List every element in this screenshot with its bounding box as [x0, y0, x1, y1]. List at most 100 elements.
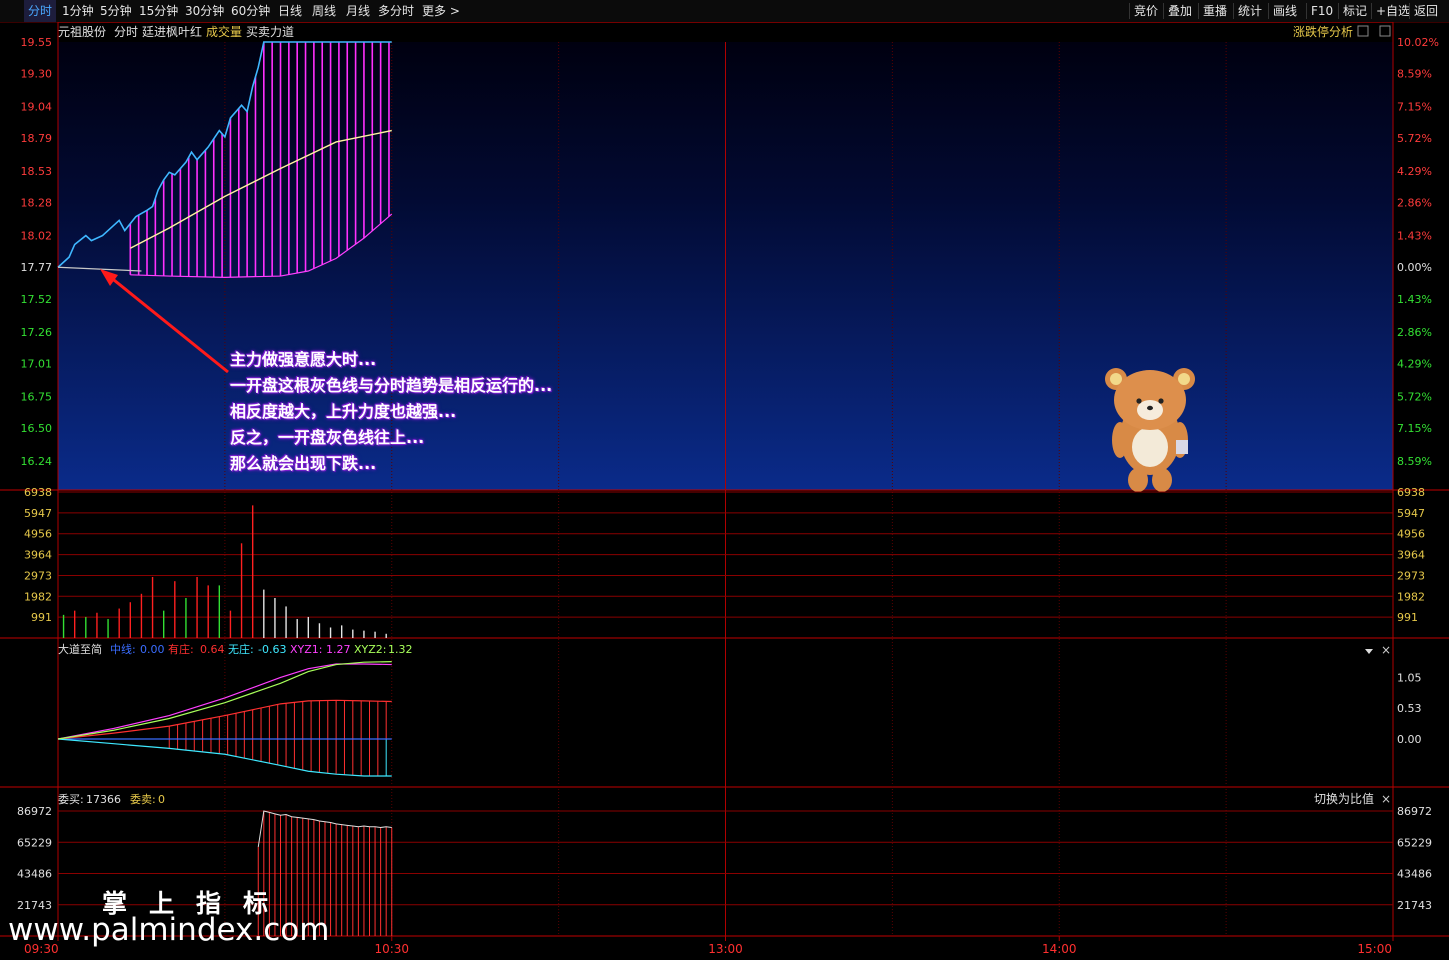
- buy-label: 委买:: [58, 793, 84, 806]
- indicator-tick: 0.00: [1397, 733, 1422, 746]
- orders-tick-right: 21743: [1397, 899, 1432, 912]
- orders-tick: 86972: [17, 805, 52, 818]
- sell-value: 0: [158, 793, 165, 806]
- time-tick: 14:00: [1042, 942, 1077, 956]
- indicator-title: 大道至简: [58, 642, 102, 656]
- orders-tick-right: 65229: [1397, 836, 1432, 849]
- price-tick: 16.50: [21, 422, 53, 435]
- buy-value: 17366: [86, 793, 121, 806]
- price-tick: 17.01: [21, 357, 53, 370]
- orders-tick: 65229: [17, 836, 52, 849]
- dropdown-icon[interactable]: [1365, 649, 1373, 654]
- switch-ratio-button: 切换为比值: [1314, 791, 1374, 806]
- pct-tick: 1.43%: [1397, 293, 1432, 306]
- chart-area: 元祖股份 分时 廷进枫叶红 成交量 买卖力道 涨跌停分析 19.55 19.30 19.04 18…: [0, 22, 1449, 956]
- pct-tick: 7.15%: [1397, 422, 1432, 435]
- pct-tick: 10.02%: [1397, 36, 1439, 49]
- xyz2-label: XYZ2:: [354, 643, 387, 656]
- volume-tick-right: 6938: [1397, 486, 1425, 499]
- pct-tick: 1.43%: [1397, 230, 1432, 243]
- toolbar-separator: [1306, 3, 1307, 19]
- volume-tick: 6938: [24, 486, 52, 499]
- tab-8[interactable]: 月线: [346, 0, 370, 22]
- volume-tick: 2973: [24, 569, 52, 582]
- tab-4[interactable]: 30分钟: [185, 0, 224, 22]
- toolbar-button-3[interactable]: 统计: [1238, 0, 1262, 22]
- annotation-line-1: 主力做强意愿大时...: [230, 350, 377, 369]
- you-line: [57, 699, 392, 740]
- toolbar-button-4[interactable]: 画线: [1273, 0, 1297, 22]
- tab-6[interactable]: 日线: [278, 0, 302, 22]
- collapse-icon[interactable]: [1379, 25, 1391, 37]
- toolbar-separator: [1163, 3, 1164, 19]
- toolbar-separator: [1371, 3, 1372, 19]
- annotation-line-5: 那么就会出现下跌...: [230, 454, 377, 473]
- volume-tick-right: 991: [1397, 611, 1418, 624]
- volume-tick: 3964: [24, 549, 52, 562]
- toolbar-button-1[interactable]: 叠加: [1168, 0, 1192, 22]
- tab-3[interactable]: 15分钟: [139, 0, 178, 22]
- orders-tick-right: 43486: [1397, 868, 1432, 881]
- power-label: 买卖力道: [246, 25, 294, 39]
- price-tick: 17.26: [21, 326, 53, 339]
- time-tick: 15:00: [1357, 942, 1392, 956]
- pct-tick: 2.86%: [1397, 197, 1432, 210]
- volume-tick-right: 3964: [1397, 549, 1425, 562]
- teddy-bear-part: [1152, 468, 1172, 492]
- volume-tick-right: 5947: [1397, 507, 1425, 520]
- indicator-name: 廷进枫叶红: [142, 24, 202, 39]
- teddy-bear-part: [1176, 440, 1188, 454]
- tab-9[interactable]: 多分时: [378, 0, 414, 22]
- pct-tick: 4.29%: [1397, 357, 1432, 370]
- close-icon: ×: [1381, 792, 1391, 806]
- teddy-bear-part: [1132, 427, 1168, 467]
- toolbar-separator: [1233, 3, 1234, 19]
- indicator-tick: 1.05: [1397, 671, 1422, 684]
- volume-tick: 4956: [24, 528, 52, 541]
- tab-2[interactable]: 5分钟: [100, 0, 132, 22]
- pct-tick: 0.00%: [1397, 261, 1432, 274]
- tab-5[interactable]: 60分钟: [231, 0, 270, 22]
- toolbar-button-0[interactable]: 竞价: [1134, 0, 1158, 22]
- xyz1-value: 1.27: [326, 643, 351, 656]
- pct-tick: 7.15%: [1397, 101, 1432, 114]
- pct-tick: 4.29%: [1397, 165, 1432, 178]
- wu-label: 无庄:: [228, 642, 254, 656]
- price-tick: 16.24: [21, 455, 53, 468]
- stock-name: 元祖股份: [58, 24, 106, 39]
- xyz2-value: 1.32: [388, 643, 413, 656]
- toolbar-button-6[interactable]: 标记: [1343, 0, 1367, 22]
- tab-0[interactable]: 分时: [24, 0, 57, 22]
- teddy-bear-part: [1147, 405, 1153, 411]
- pct-tick: 2.86%: [1397, 326, 1432, 339]
- tab-1[interactable]: 1分钟: [62, 0, 94, 22]
- toolbar-separator: [1409, 3, 1410, 19]
- price-tick: 19.04: [21, 101, 53, 114]
- volume-tick-right: 4956: [1397, 528, 1425, 541]
- volume-tick-right: 2973: [1397, 569, 1425, 582]
- teddy-bear-part: [1136, 398, 1142, 404]
- teddy-bear-part: [1128, 468, 1148, 492]
- price-tick: 16.75: [21, 390, 53, 403]
- settings-icon[interactable]: [1357, 25, 1369, 37]
- mid-value: 0.00: [140, 643, 165, 656]
- time-tick: 13:00: [708, 942, 743, 956]
- tab-10[interactable]: 更多 >: [422, 0, 460, 22]
- volume-tick-right: 1982: [1397, 590, 1425, 603]
- toolbar-button-7[interactable]: +自选: [1376, 0, 1410, 22]
- mid-label: 中线:: [110, 642, 136, 656]
- volume-tick: 991: [31, 611, 52, 624]
- time-tick: 10:30: [374, 942, 409, 956]
- tab-7[interactable]: 周线: [312, 0, 336, 22]
- wu-value: -0.63: [258, 643, 286, 656]
- toolbar-separator: [1338, 3, 1339, 19]
- toolbar-button-2[interactable]: 重播: [1203, 0, 1227, 22]
- annotation-line-3: 相反度越大，上升力度也越强...: [230, 402, 457, 421]
- toolbar-button-8[interactable]: 返回: [1414, 0, 1438, 22]
- price-tick: 18.02: [21, 230, 53, 243]
- toolbar-button-5[interactable]: F10: [1311, 0, 1333, 22]
- toolbar-separator: [1268, 3, 1269, 19]
- price-tick: 18.79: [21, 132, 53, 145]
- you-value: 0.64: [200, 643, 225, 656]
- orders-tick: 43486: [17, 868, 52, 881]
